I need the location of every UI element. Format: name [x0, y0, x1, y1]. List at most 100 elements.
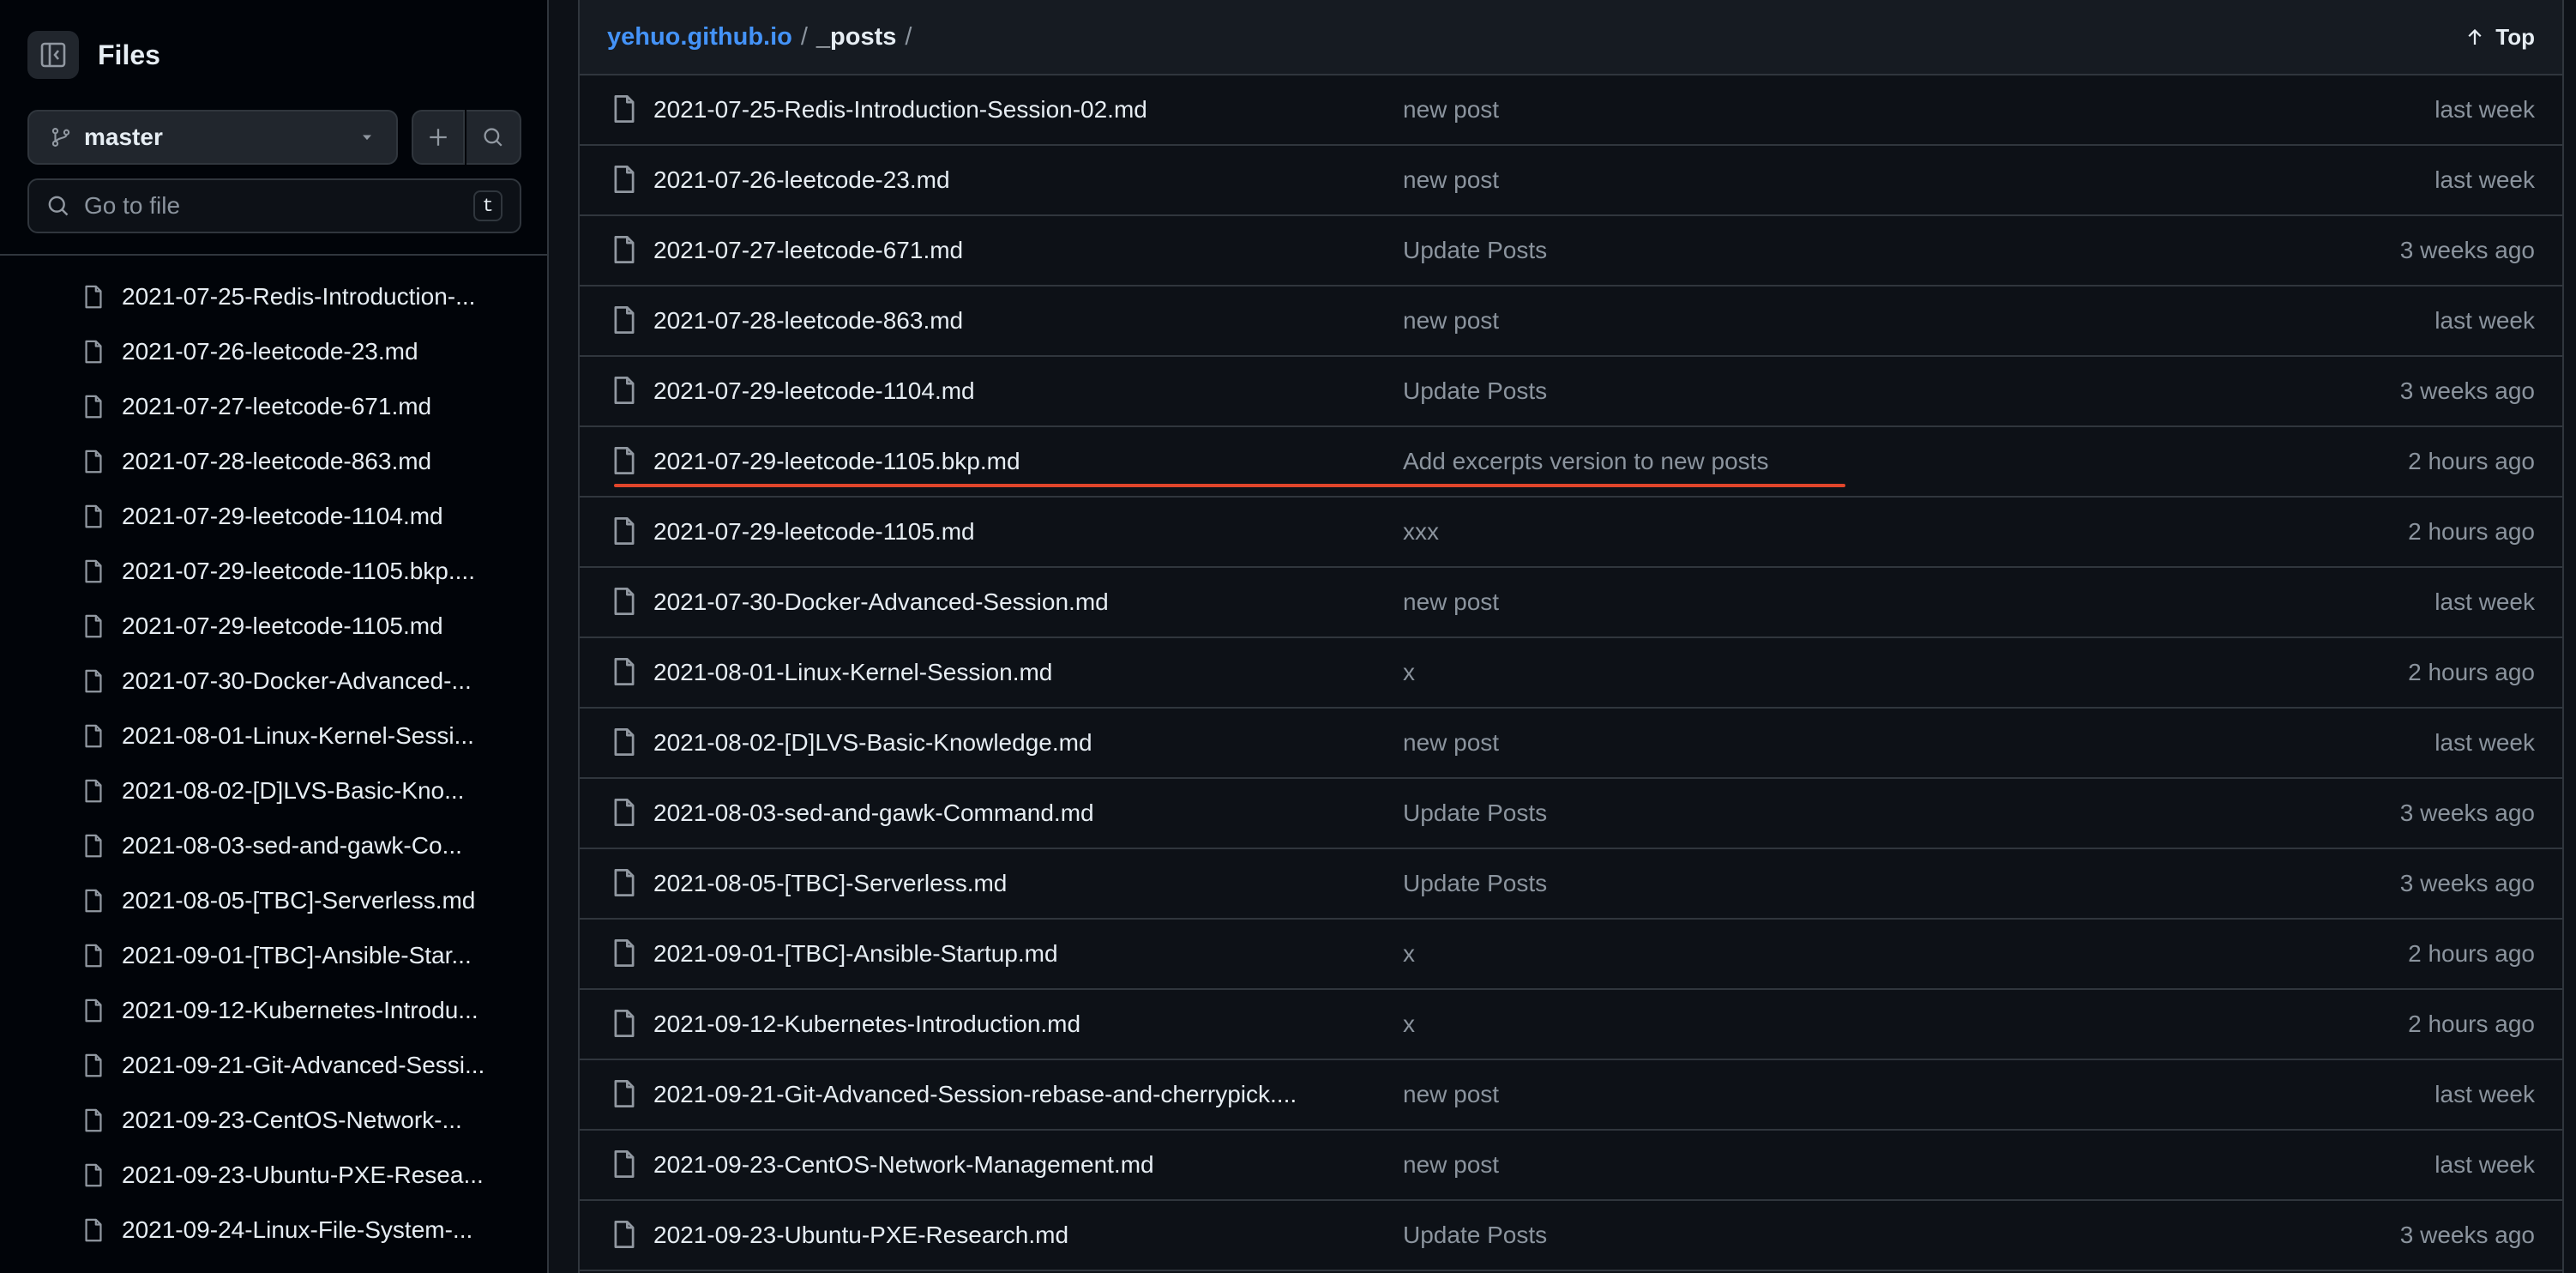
collapse-sidebar-button[interactable] [27, 31, 79, 79]
search-files-button[interactable] [466, 110, 521, 165]
file-name-link[interactable]: 2021-07-28-leetcode-863.md [653, 307, 1339, 335]
commit-message-link[interactable]: new post [1403, 729, 1499, 757]
tree-item-label: 2021-09-01-[TBC]-Ansible-Star... [122, 942, 472, 968]
tree-item[interactable]: 2021-09-23-Ubuntu-PXE-Resea... [0, 1148, 547, 1203]
tree-item[interactable]: 2021-07-28-leetcode-863.md [0, 434, 547, 489]
file-icon-wrapper [609, 1149, 640, 1186]
top-button[interactable]: Top [2465, 24, 2535, 51]
commit-message-link[interactable]: Add excerpts version to new posts [1403, 448, 1768, 475]
file-list-panel: yehuo.github.io / _posts / Top 2021-07-2… [578, 0, 2564, 1273]
file-name-link[interactable]: 2021-07-29-leetcode-1104.md [653, 377, 1339, 405]
file-name-link[interactable]: 2021-07-27-leetcode-671.md [653, 237, 1339, 264]
file-name-link[interactable]: 2021-07-29-leetcode-1105.md [653, 518, 1339, 546]
commit-message-link[interactable]: new post [1403, 166, 1499, 194]
commit-age: 2 hours ago [2408, 518, 2535, 545]
file-row[interactable]: 2021-09-12-Kubernetes-Introduction.md x 2 … [580, 990, 2562, 1060]
file-name-link[interactable]: 2021-09-01-[TBC]-Ansible-Startup.md [653, 940, 1339, 968]
file-row[interactable]: 2021-07-25-Redis-Introduction-Session-02… [580, 75, 2562, 146]
sidebar-title: Files [98, 39, 160, 70]
file-name-link[interactable]: 2021-09-21-Git-Advanced-Session-rebase-a… [653, 1081, 1339, 1108]
file-name-link[interactable]: 2021-09-23-Ubuntu-PXE-Research.md [653, 1222, 1339, 1249]
commit-message-link[interactable]: x [1403, 659, 1415, 686]
file-icon [85, 449, 102, 474]
file-icon [85, 504, 102, 528]
sidebar-header: Files [27, 31, 160, 79]
file-row[interactable]: 2021-09-23-Ubuntu-PXE-Research.md Update … [580, 1201, 2562, 1271]
file-row[interactable]: 2021-08-03-sed-and-gawk-Command.md Update… [580, 779, 2562, 849]
file-icon-wrapper [609, 234, 640, 271]
file-name-link[interactable]: 2021-07-25-Redis-Introduction-Session-02… [653, 96, 1339, 124]
file-row[interactable]: 2021-07-28-leetcode-863.md new post last w… [580, 287, 2562, 357]
file-icon [614, 869, 635, 896]
commit-message-link[interactable]: new post [1403, 307, 1499, 335]
file-name-link[interactable]: 2021-08-05-[TBC]-Serverless.md [653, 870, 1339, 897]
commit-age: last week [2435, 1151, 2535, 1178]
tree-item[interactable]: 2021-07-27-leetcode-671.md [0, 379, 547, 434]
commit-message-link[interactable]: new post [1403, 588, 1499, 616]
shortcut-key-hint: t [473, 190, 503, 221]
add-file-button[interactable] [412, 110, 465, 165]
tree-item-label: 2021-07-29-leetcode-1105.bkp.... [122, 558, 475, 584]
highlight-underline [614, 484, 1845, 487]
tree-item[interactable]: 2021-08-03-sed-and-gawk-Co... [0, 818, 547, 873]
tree-item[interactable]: 2021-07-30-Docker-Advanced-... [0, 654, 547, 709]
file-name-link[interactable]: 2021-08-01-Linux-Kernel-Session.md [653, 659, 1339, 686]
tree-item[interactable]: 2021-09-23-CentOS-Network-... [0, 1093, 547, 1148]
file-name-link[interactable]: 2021-09-23-CentOS-Network-Management.md [653, 1151, 1339, 1179]
file-row[interactable]: 2021-07-30-Docker-Advanced-Session.md new… [580, 568, 2562, 638]
go-to-file-input[interactable] [84, 192, 473, 220]
tree-item[interactable]: 2021-08-05-[TBC]-Serverless.md [0, 873, 547, 928]
breadcrumb-separator: / [800, 22, 808, 51]
commit-age: last week [2435, 96, 2535, 123]
plus-icon [430, 129, 447, 146]
tree-item[interactable]: 2021-09-01-[TBC]-Ansible-Star... [0, 928, 547, 983]
file-icon [85, 1163, 102, 1187]
file-row[interactable]: 2021-08-02-[D]LVS-Basic-Knowledge.md new … [580, 709, 2562, 779]
file-row[interactable]: 2021-09-01-[TBC]-Ansible-Startup.md x 2 ho… [580, 920, 2562, 990]
commit-message-link[interactable]: Update Posts [1403, 799, 1547, 827]
tree-item[interactable]: 2021-09-12-Kubernetes-Introdu... [0, 983, 547, 1038]
file-icon [85, 614, 102, 638]
arrow-up-icon [2468, 28, 2482, 45]
tree-item[interactable]: 2021-07-25-Redis-Introduction-... [0, 269, 547, 324]
file-row[interactable]: 2021-08-05-[TBC]-Serverless.md Update Pos… [580, 849, 2562, 920]
file-name-link[interactable]: 2021-08-02-[D]LVS-Basic-Knowledge.md [653, 729, 1339, 757]
file-row[interactable]: 2021-07-29-leetcode-1105.md xxx 2 hours ag… [580, 498, 2562, 568]
file-row[interactable]: 2021-08-01-Linux-Kernel-Session.md x 2 hou… [580, 638, 2562, 709]
branch-selector[interactable]: master [27, 110, 398, 165]
file-name-link[interactable]: 2021-07-29-leetcode-1105.bkp.md [653, 448, 1339, 475]
commit-message-link[interactable]: x [1403, 1011, 1415, 1038]
commit-message-link[interactable]: new post [1403, 96, 1499, 124]
file-row[interactable]: 2021-07-26-leetcode-23.md new post last we… [580, 146, 2562, 216]
file-name-link[interactable]: 2021-07-30-Docker-Advanced-Session.md [653, 588, 1339, 616]
file-name-link[interactable]: 2021-07-26-leetcode-23.md [653, 166, 1339, 194]
commit-age: last week [2435, 1081, 2535, 1107]
tree-item[interactable]: 2021-07-26-leetcode-23.md [0, 324, 547, 379]
go-to-file-field[interactable]: t [27, 178, 521, 233]
tree-item[interactable]: 2021-07-29-leetcode-1105.bkp.... [0, 544, 547, 599]
commit-message-link[interactable]: xxx [1403, 518, 1439, 546]
file-row[interactable]: 2021-07-27-leetcode-671.md Update Posts 3 … [580, 216, 2562, 287]
breadcrumb-repo-link[interactable]: yehuo.github.io [607, 23, 792, 51]
commit-message-link[interactable]: new post [1403, 1151, 1499, 1179]
tree-item[interactable]: 2021-07-29-leetcode-1105.md [0, 599, 547, 654]
file-name-link[interactable]: 2021-08-03-sed-and-gawk-Command.md [653, 799, 1339, 827]
file-row[interactable]: 2021-09-21-Git-Advanced-Session-rebase-a… [580, 1060, 2562, 1131]
tree-item[interactable]: 2021-07-29-leetcode-1104.md [0, 489, 547, 544]
commit-message-link[interactable]: Update Posts [1403, 870, 1547, 897]
file-name-link[interactable]: 2021-09-12-Kubernetes-Introduction.md [653, 1011, 1339, 1038]
file-row[interactable]: 2021-07-29-leetcode-1104.md Update Posts 3… [580, 357, 2562, 427]
file-icon [85, 779, 102, 803]
tree-item[interactable]: 2021-09-21-Git-Advanced-Sessi... [0, 1038, 547, 1093]
tree-item[interactable]: 2021-09-24-Linux-File-System-... [0, 1203, 547, 1258]
commit-message-link[interactable]: x [1403, 940, 1415, 968]
tree-item[interactable]: 2021-08-02-[D]LVS-Basic-Kno... [0, 763, 547, 818]
file-icon-wrapper [609, 1078, 640, 1115]
file-row[interactable]: 2021-09-23-CentOS-Network-Management.md n… [580, 1131, 2562, 1201]
file-icon [85, 1053, 102, 1077]
commit-message-link[interactable]: new post [1403, 1081, 1499, 1108]
tree-item[interactable]: 2021-08-01-Linux-Kernel-Sessi... [0, 709, 547, 763]
commit-message-link[interactable]: Update Posts [1403, 377, 1547, 405]
commit-message-link[interactable]: Update Posts [1403, 237, 1547, 264]
commit-message-link[interactable]: Update Posts [1403, 1222, 1547, 1249]
